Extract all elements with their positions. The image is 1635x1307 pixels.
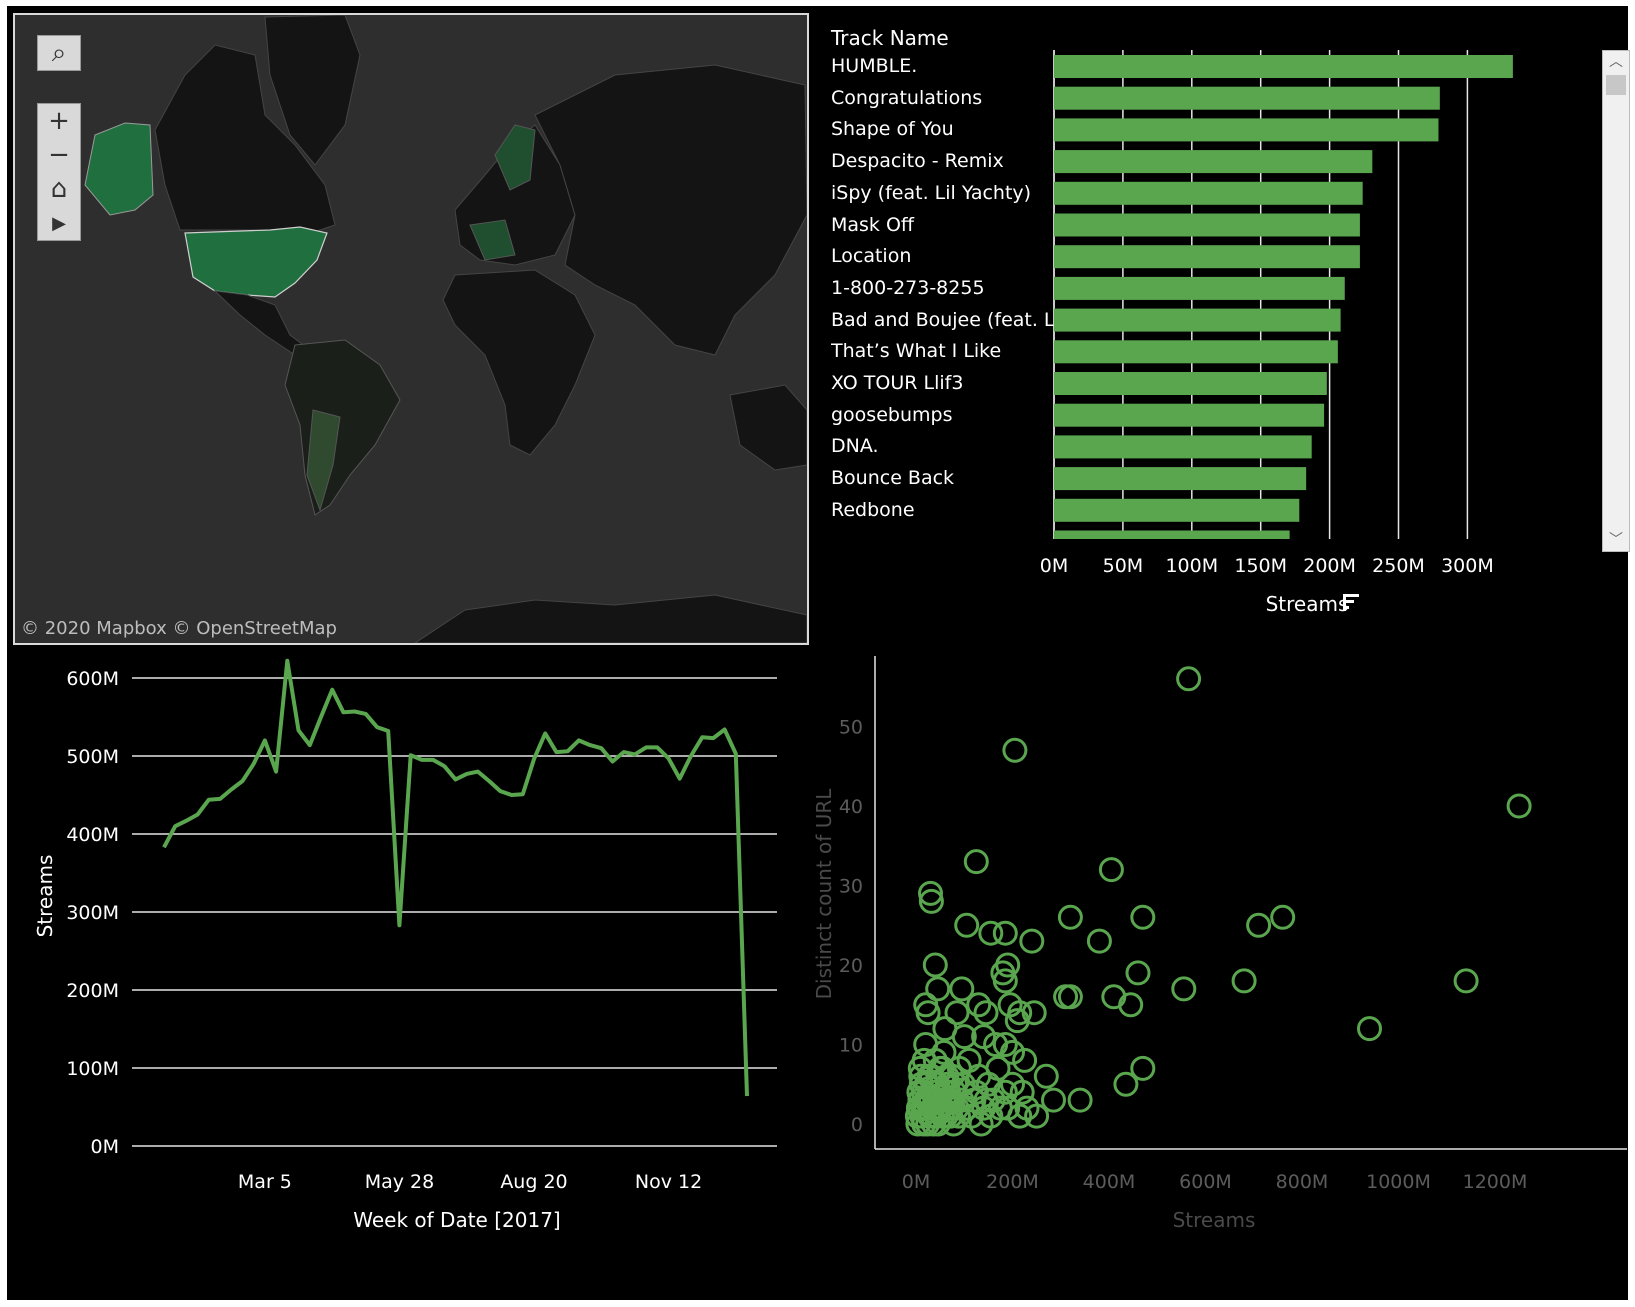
bar-4 bbox=[1054, 150, 1373, 174]
top-tracks-bar-chart: Track Name HUMBLE. Congratulations Shape o… bbox=[817, 14, 1630, 644]
world-map-canvas bbox=[15, 15, 807, 643]
scatter-point bbox=[1176, 666, 1202, 692]
scatter-y-tick-label: 50 bbox=[839, 717, 863, 739]
bar-14 bbox=[1054, 467, 1307, 491]
bar-9 bbox=[1054, 308, 1341, 332]
scatter-point bbox=[992, 920, 1018, 946]
scroll-thumb[interactable] bbox=[1606, 75, 1626, 95]
scatter-x-tick-label: 1000M bbox=[1366, 1171, 1431, 1193]
line-y-tick-label: 500M bbox=[66, 746, 119, 768]
scatter-y-tick-label: 60 bbox=[839, 656, 863, 659]
dashboard: ⌕ + − ⌂ ▶ © 2020 Mapbox © OpenStreetMap … bbox=[7, 6, 1630, 1300]
scatter-x-tick-label: 1200M bbox=[1463, 1171, 1528, 1193]
scatter-point bbox=[1246, 912, 1272, 938]
scroll-up-icon[interactable]: ︿ bbox=[1603, 51, 1629, 73]
home-icon[interactable]: ⌂ bbox=[38, 172, 80, 206]
line-y-tick-label: 100M bbox=[66, 1058, 119, 1080]
bar-chart-scrollbar[interactable]: ︿ ﹀ bbox=[1602, 50, 1630, 552]
scatter-point bbox=[1270, 904, 1296, 930]
line-y-tick-label: 0M bbox=[91, 1136, 119, 1158]
scatter-y-tick-label: 40 bbox=[839, 796, 863, 818]
map-search-control[interactable]: ⌕ bbox=[37, 35, 81, 71]
scatter-point bbox=[1002, 737, 1028, 763]
line-y-tick-label: 400M bbox=[66, 824, 119, 846]
bar-11 bbox=[1054, 372, 1327, 395]
scatter-point bbox=[922, 952, 948, 978]
line-x-tick-label: Mar 5 bbox=[238, 1171, 292, 1193]
scatter-x-tick-label: 200M bbox=[986, 1171, 1039, 1193]
bar-2 bbox=[1054, 86, 1440, 110]
sort-descending-icon bbox=[1343, 594, 1359, 611]
play-icon[interactable]: ▶ bbox=[38, 206, 80, 240]
scatter-point bbox=[954, 912, 980, 938]
line-y-tick-label: 300M bbox=[66, 902, 119, 924]
line-y-axis-title: Streams bbox=[33, 855, 57, 938]
bar-12 bbox=[1054, 403, 1325, 427]
bar-x-tick-label: 0M bbox=[1040, 555, 1068, 577]
bar-15 bbox=[1054, 498, 1300, 522]
scatter-point bbox=[1019, 928, 1045, 954]
scatter-x-tick-label: 0M bbox=[902, 1171, 930, 1193]
bar-x-tick-label: 50M bbox=[1103, 555, 1144, 577]
line-y-tick-label: 600M bbox=[66, 668, 119, 690]
search-icon[interactable]: ⌕ bbox=[38, 36, 80, 70]
scatter-point bbox=[1171, 976, 1197, 1002]
scatter-point bbox=[1506, 793, 1532, 819]
scatter-point bbox=[1130, 904, 1156, 930]
sort-icon-bar bbox=[1343, 594, 1346, 611]
scatter-x-tick-label: 400M bbox=[1083, 1171, 1136, 1193]
scatter-point bbox=[925, 976, 951, 1002]
line-x-axis-title: Week of Date [2017] bbox=[353, 1208, 560, 1232]
bar-x-tick-label: 150M bbox=[1234, 555, 1287, 577]
scatter-point bbox=[1453, 968, 1479, 994]
bar-x-axis-title: Streams bbox=[1266, 592, 1349, 616]
line-x-tick-label: Aug 20 bbox=[500, 1171, 567, 1193]
bar-1 bbox=[1054, 55, 1513, 78]
line-series-streams bbox=[162, 658, 749, 1097]
bar-7 bbox=[1054, 245, 1360, 269]
scatter-point bbox=[1033, 1063, 1059, 1089]
scatter-point bbox=[1098, 857, 1124, 883]
scatter-point bbox=[944, 1000, 970, 1026]
scatter-point bbox=[1057, 904, 1083, 930]
bar-10 bbox=[1054, 340, 1338, 364]
zoom-in-icon[interactable]: + bbox=[38, 104, 80, 138]
scatter-y-tick-label: 0 bbox=[851, 1114, 863, 1136]
scatter-point bbox=[1231, 968, 1257, 994]
bar-x-tick-label: 100M bbox=[1165, 555, 1218, 577]
bar-x-tick-label: 300M bbox=[1441, 555, 1494, 577]
bar-x-tick-label: 200M bbox=[1303, 555, 1356, 577]
bar-3 bbox=[1054, 118, 1439, 142]
bar-6 bbox=[1054, 213, 1360, 237]
bar-8 bbox=[1054, 276, 1345, 300]
map-credit: © 2020 Mapbox © OpenStreetMap bbox=[21, 618, 337, 639]
bar-partial bbox=[1054, 530, 1290, 539]
world-map[interactable]: ⌕ + − ⌂ ▶ © 2020 Mapbox © OpenStreetMap bbox=[13, 13, 809, 645]
scatter-point bbox=[1067, 1087, 1093, 1113]
streams-vs-url-scatter: 0 0M 10 200M 20 400M 30 600M 40 800M 50 1000M 60 1200… bbox=[812, 656, 1627, 1232]
scatter-point bbox=[963, 849, 989, 875]
scatter-y-axis-title: Distinct count of URL bbox=[812, 788, 836, 1000]
bar-x-tick-label: 250M bbox=[1372, 555, 1425, 577]
scroll-down-icon[interactable]: ﹀ bbox=[1603, 529, 1629, 551]
scatter-x-tick-label: 800M bbox=[1276, 1171, 1329, 1193]
scatter-point bbox=[1125, 960, 1151, 986]
bar-13 bbox=[1054, 435, 1312, 459]
scatter-point bbox=[1113, 1071, 1139, 1097]
weekly-streams-line-chart: 0M 100M 200M 300M 400M 500M 600M Mar 5 May 28 Aug… bbox=[33, 658, 777, 1232]
bar-5 bbox=[1054, 181, 1363, 205]
scatter-point bbox=[1086, 928, 1112, 954]
bar-chart-canvas: 0M 50M 100M 150M 200M 250M 300M Streams bbox=[1040, 50, 1513, 616]
scatter-point bbox=[1357, 1016, 1382, 1042]
scatter-y-tick-label: 30 bbox=[839, 876, 863, 898]
line-x-tick-label: May 28 bbox=[365, 1171, 435, 1193]
scatter-y-tick-label: 10 bbox=[839, 1035, 863, 1057]
scatter-x-tick-label: 600M bbox=[1179, 1171, 1232, 1193]
scatter-x-axis-title: Streams bbox=[1173, 1208, 1256, 1232]
zoom-out-icon[interactable]: − bbox=[38, 138, 80, 172]
scatter-y-tick-label: 20 bbox=[839, 955, 863, 977]
map-zoom-controls: + − ⌂ ▶ bbox=[37, 103, 81, 241]
line-y-tick-label: 200M bbox=[66, 980, 119, 1002]
line-x-tick-label: Nov 12 bbox=[635, 1171, 702, 1193]
